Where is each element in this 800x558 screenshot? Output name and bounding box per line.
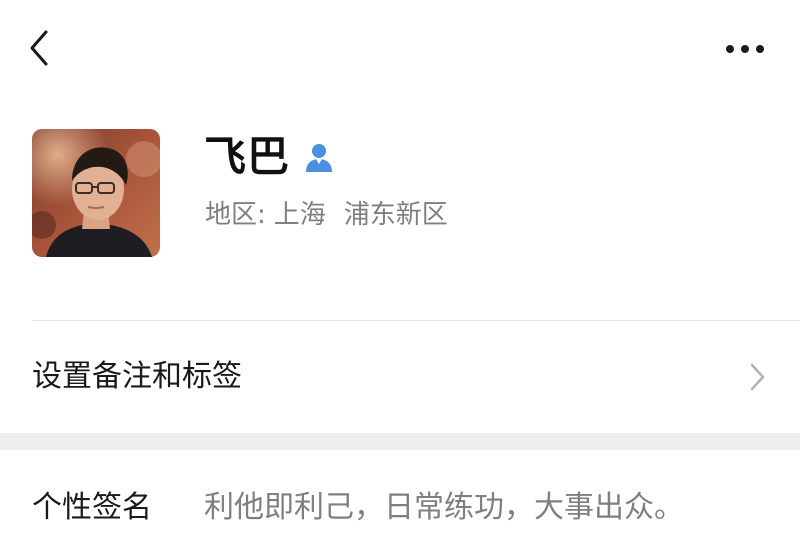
region-city: 上海 (273, 200, 326, 230)
region-district: 浦东新区 (343, 200, 448, 230)
remark-label: 设置备注和标签 (32, 359, 242, 394)
signature-row: 个性签名 利他即利己，日常练功，大事出众。 (0, 450, 800, 558)
top-bar (0, 0, 800, 96)
set-remark-and-tags-row[interactable]: 设置备注和标签 (0, 321, 800, 433)
more-dots-icon (726, 45, 764, 53)
region-label: 地区: (205, 200, 266, 230)
more-button[interactable] (718, 30, 774, 66)
signature-label: 个性签名 (32, 490, 152, 525)
back-button[interactable] (22, 26, 62, 70)
chevron-right-icon (746, 361, 768, 393)
avatar-photo (32, 129, 160, 257)
profile-screen: 飞巴 地区: 上海 浦东新区 设置备注和标签 个性签名 利他即利己，日常练功，大事出… (0, 0, 800, 558)
avatar[interactable] (32, 129, 160, 257)
male-user-icon (303, 141, 335, 175)
section-separator (0, 433, 800, 450)
signature-value: 利他即利己，日常练功，大事出众。 (204, 490, 684, 525)
chevron-left-icon (30, 30, 48, 66)
region-info: 地区: 上海 浦东新区 (205, 195, 448, 235)
profile-name: 飞巴 (204, 132, 291, 181)
